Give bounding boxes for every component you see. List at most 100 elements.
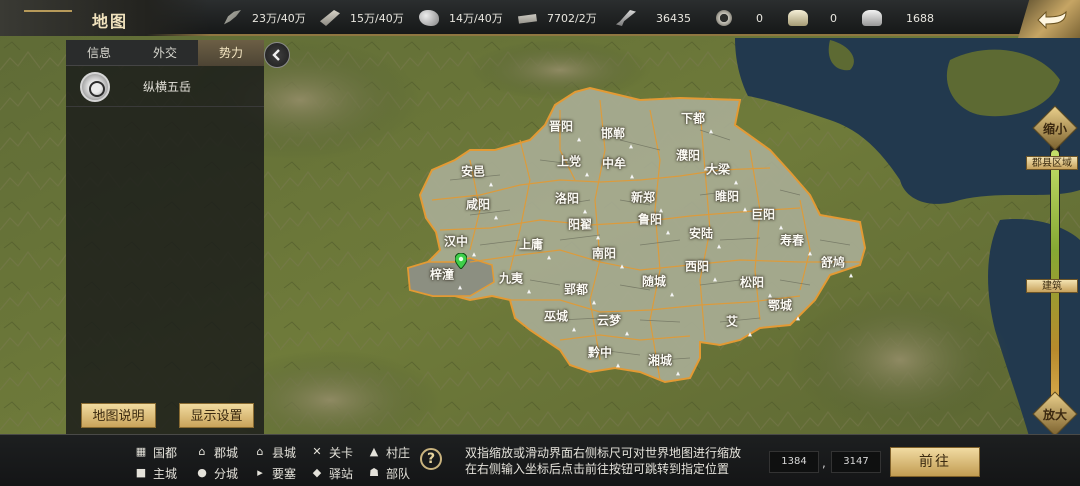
tab-info[interactable]: 信息 [66,40,132,66]
city-label[interactable]: 安邑 [461,163,485,180]
city-label[interactable]: 舒鸠 [821,254,845,271]
county-marker-icon: ▴ [807,248,813,258]
county-marker-icon: ▴ [733,177,739,187]
fortress-icon: ▸ [257,466,263,479]
county-marker-icon: ▴ [584,169,590,179]
gold-ingot-icon [788,10,808,26]
city-label[interactable]: 西阳 [685,258,709,275]
resource-troops[interactable]: 36435 [616,10,691,26]
county-marker-icon: ▴ [716,241,722,251]
legend-relay-station: ◆ 驿站 [310,464,353,482]
legend-label: 县城 [272,445,297,460]
faction-emblem-icon [80,71,110,102]
legend-branch-city: ● 分城 [195,464,238,482]
city-label[interactable]: 咸阳 [466,196,490,213]
display-settings-button[interactable]: 显示设置 [179,403,254,428]
city-label[interactable]: 云梦 [597,312,621,329]
player-location-pin-icon[interactable] [455,253,467,269]
city-label[interactable]: 黔中 [588,344,612,361]
faction-name: 纵横五岳 [143,80,192,94]
city-label[interactable]: 濮阳 [676,147,700,164]
city-label[interactable]: 阳翟 [568,216,592,233]
city-label[interactable]: 下都 [681,110,705,127]
tab-faction[interactable]: 势力 [198,40,264,66]
resource-stone[interactable]: 14万/40万 [419,10,503,26]
resource-gold[interactable]: 0 [788,10,837,26]
resource-wood[interactable]: 15万/40万 [320,10,404,26]
back-button[interactable] [1018,0,1080,38]
resource-silver[interactable]: 1688 [862,10,934,26]
county-marker-icon: ▴ [471,249,477,259]
city-label[interactable]: 睢阳 [715,188,739,205]
city-label[interactable]: 安陆 [689,225,713,242]
resource-grain[interactable]: 23万/40万 [222,10,306,26]
map-info-button[interactable]: 地图说明 [81,403,156,428]
city-label[interactable]: 邯郸 [601,125,625,142]
city-label[interactable]: 鄂城 [768,297,792,314]
tab-diplomacy[interactable]: 外交 [132,40,198,66]
county-zone-tag[interactable]: 郡县区域 [1026,156,1078,170]
city-label[interactable]: 晋阳 [549,118,573,135]
silver-value: 1688 [906,11,934,25]
city-label[interactable]: 随城 [642,273,666,290]
iron-value: 7702/2万 [547,12,597,25]
zoom-level-fill [1051,150,1059,400]
legend-label: 村庄 [386,445,411,460]
return-arrow-icon [1037,10,1067,30]
county-marker-icon: ▴ [665,227,671,237]
county-marker-icon: ▴ [629,171,635,181]
help-button[interactable]: ? [420,448,442,470]
city-label[interactable]: 巨阳 [751,206,775,223]
county-marker-icon: ▴ [712,274,718,284]
legend-label: 部队 [386,466,411,481]
county-marker-icon: ▴ [778,222,784,232]
city-label[interactable]: 寿春 [780,232,804,249]
city-label[interactable]: 湘城 [648,352,672,369]
legend-county: ⌂ 县城 [253,443,297,461]
collapse-panel-button[interactable] [264,42,290,68]
city-label[interactable]: 上党 [557,153,581,170]
county-marker-icon: ▴ [848,270,854,280]
county-marker-icon: ▴ [493,212,499,222]
city-label[interactable]: 汉中 [444,233,468,250]
coord-separator: , [822,456,826,470]
city-label[interactable]: 大梁 [706,161,730,178]
building-tag[interactable]: 建筑 [1026,279,1078,293]
grain-icon [224,10,241,25]
city-label[interactable]: 郢都 [564,281,588,298]
chevron-left-icon [272,49,280,61]
faction-list-item[interactable]: 纵横五岳 [66,67,264,107]
legend-village: ▲ 村庄 [367,443,410,461]
left-info-panel: 信息 外交 势力 纵横五岳 [66,40,264,434]
wood-icon [320,10,340,26]
village-icon: ▲ [369,445,379,458]
county-marker-icon: ▴ [669,289,675,299]
city-label[interactable]: 艾 [726,313,738,330]
legend-main-city: ■ 主城 [134,464,177,482]
city-label[interactable]: 南阳 [592,245,616,262]
city-label[interactable]: 上庸 [519,236,543,253]
city-label[interactable]: 中牟 [602,155,626,172]
resource-coin[interactable]: 0 [716,10,763,26]
relay-station-icon: ◆ [312,466,322,479]
stone-value: 14万/40万 [449,12,503,25]
coord-x-input[interactable]: 1384 [769,451,819,473]
county-marker-icon: ▴ [571,324,577,334]
city-label[interactable]: 梓潼 [430,266,454,283]
city-label[interactable]: 九夷 [499,270,523,287]
city-label[interactable]: 松阳 [740,274,764,291]
county-marker-icon: ▴ [747,329,753,339]
city-label[interactable]: 新郑 [631,189,655,206]
world-map-screen: 晋阳 ▴ 邯郸 ▴ 下都 ▴ 安邑 ▴ 上党 ▴ 中牟 ▴ 濮阳 ▴ 大梁 ▴ 咸阳 ▴ 洛阳 ▴ 新郑 ▴ 睢阳 ▴ 巨阳 ▴ 阳… [0,0,1080,486]
resource-iron[interactable]: 7702/2万 [517,10,597,26]
capital-icon: ▦ [135,445,147,458]
city-label[interactable]: 洛阳 [555,190,579,207]
county-marker-icon: ▴ [457,282,463,292]
goto-button[interactable]: 前往 [890,447,980,477]
city-label[interactable]: 鲁阳 [638,211,662,228]
zoom-slider[interactable]: 缩小 郡县区域 建筑 放大 [1026,105,1078,437]
county-marker-icon: ▴ [582,206,588,216]
city-label[interactable]: 巫城 [544,308,568,325]
coord-y-input[interactable]: 3147 [831,451,881,473]
troops-value: 36435 [656,11,691,25]
